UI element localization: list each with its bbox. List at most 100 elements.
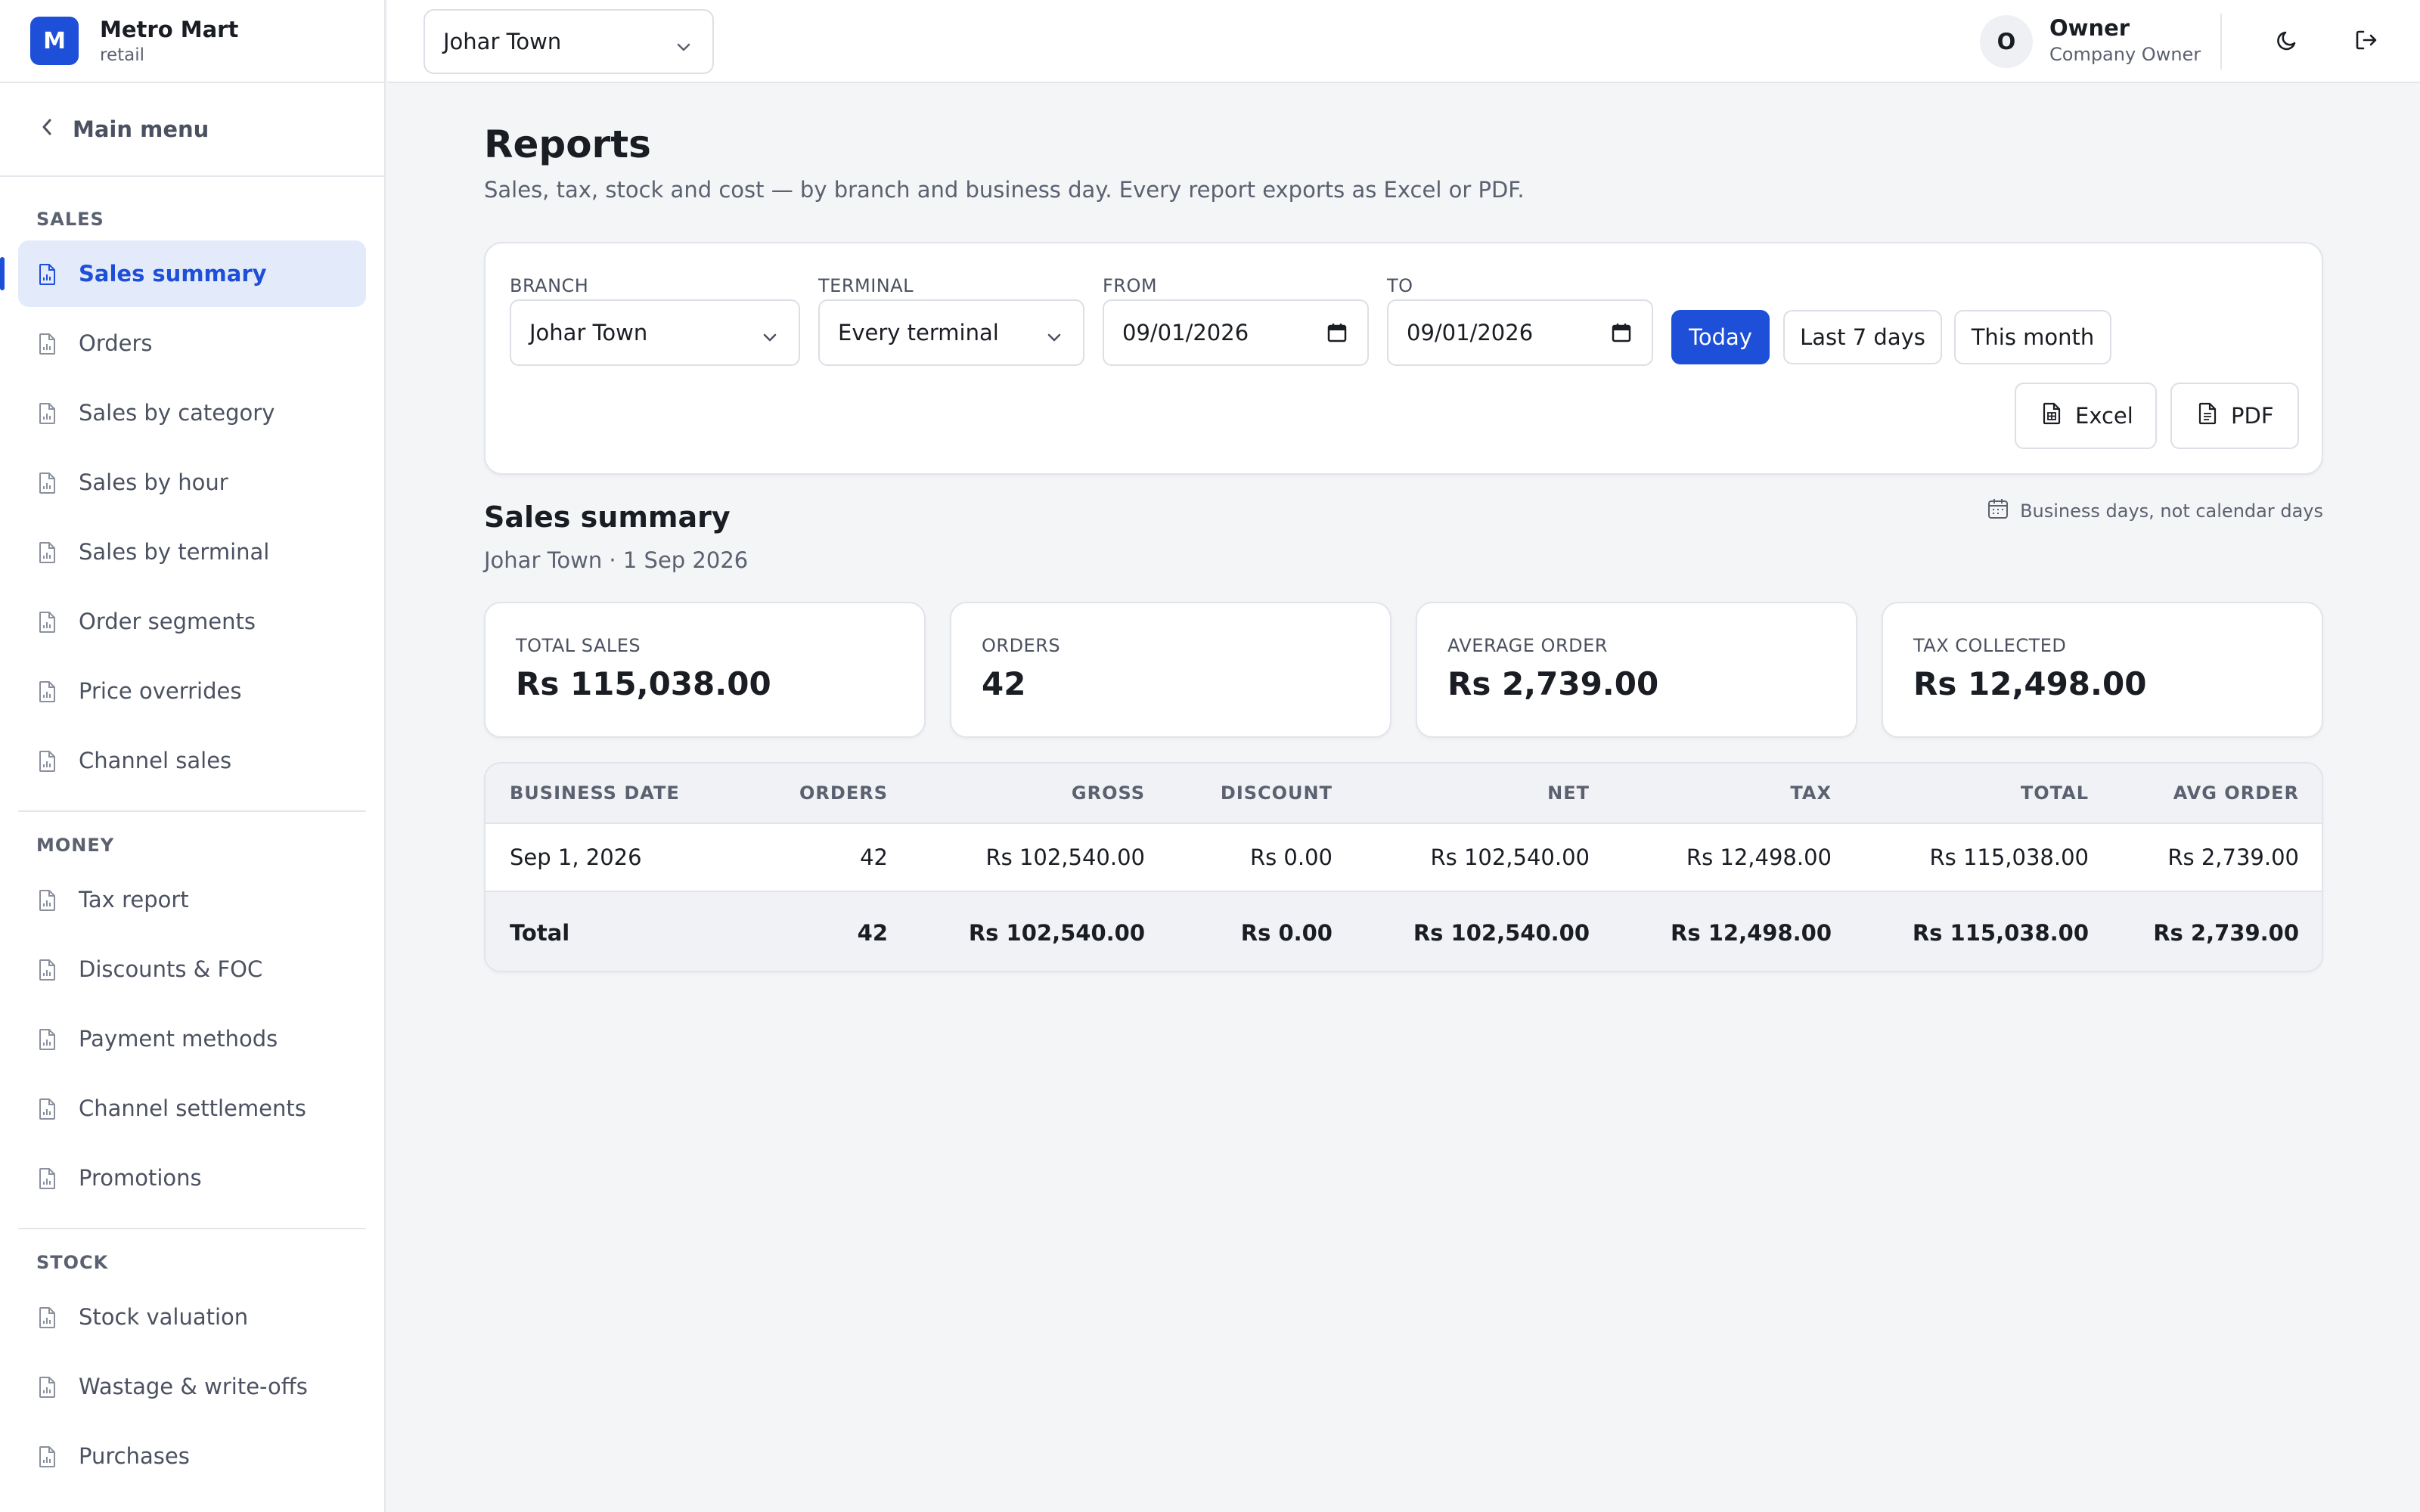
from-date-input[interactable]: 09/01/2026 xyxy=(1103,299,1369,366)
column-header-7: AVG ORDER xyxy=(2173,782,2299,804)
stat-value: Rs 115,038.00 xyxy=(516,665,771,702)
table-cell-0: Sep 1, 2026 xyxy=(510,844,642,870)
sidebar-item-label: Channel settlements xyxy=(79,1095,306,1121)
sidebar-item-label: Stock valuation xyxy=(79,1304,249,1330)
main-menu-back-button[interactable]: Main menu xyxy=(0,83,384,177)
sidebar-item-wastage-and-write-offs[interactable]: Wastage & write-offs xyxy=(18,1353,366,1420)
chevron-down-icon xyxy=(1045,325,1063,351)
sidebar-item-label: Order segments xyxy=(79,609,256,634)
sidebar-item-tax-report[interactable]: Tax report xyxy=(18,866,366,933)
to-date-input[interactable]: 09/01/2026 xyxy=(1387,299,1653,366)
table-header-row: BUSINESS DATE ORDERS GROSS DISCOUNT NET TAX TO… xyxy=(486,764,2322,824)
sidebar-item-sales-by-terminal[interactable]: Sales by terminal xyxy=(18,519,366,585)
avatar[interactable]: O xyxy=(1980,15,2033,68)
report-icon xyxy=(38,1098,57,1126)
brand-type: retail xyxy=(100,45,144,65)
chevron-down-icon xyxy=(761,325,779,351)
sidebar-item-stock-valuation[interactable]: Stock valuation xyxy=(18,1284,366,1350)
sidebar-item-promotions[interactable]: Promotions xyxy=(18,1145,366,1211)
table-cell-6: Rs 115,038.00 xyxy=(1929,844,2089,870)
sidebar-item-sales-summary[interactable]: Sales summary xyxy=(0,240,366,307)
sidebar-item-sales-by-hour[interactable]: Sales by hour xyxy=(18,449,366,516)
terminal-filter-select[interactable]: Every terminal xyxy=(818,299,1084,366)
business-days-note-text: Business days, not calendar days xyxy=(2020,500,2323,522)
report-icon xyxy=(38,472,57,500)
column-header-2: GROSS xyxy=(1071,782,1145,804)
to-date-value: 09/01/2026 xyxy=(1407,320,1534,345)
report-icon xyxy=(38,611,57,639)
export-pdf-button[interactable]: PDF xyxy=(2170,383,2299,449)
brand-name: Metro Mart xyxy=(100,17,239,42)
sidebar-item-orders[interactable]: Orders xyxy=(18,310,366,376)
column-header-5: TAX xyxy=(1790,782,1832,804)
column-header-4: NET xyxy=(1547,782,1590,804)
report-icon xyxy=(38,680,57,708)
sidebar-item-price-overrides[interactable]: Price overrides xyxy=(18,658,366,724)
export-excel-button[interactable]: Excel xyxy=(2015,383,2157,449)
range-today-button[interactable]: Today xyxy=(1671,310,1770,364)
table-total-row: Total 42 Rs 102,540.00 Rs 0.00 Rs 102,540.00… xyxy=(486,892,2322,971)
table-cell-7: Rs 2,739.00 xyxy=(2167,844,2299,870)
stat-card-total-sales: TOTAL SALES Rs 115,038.00 xyxy=(484,602,926,738)
total-cell-2: Rs 102,540.00 xyxy=(968,920,1145,946)
sidebar-item-purchases[interactable]: Purchases xyxy=(18,1423,366,1489)
sidebar-item-payment-methods[interactable]: Payment methods xyxy=(18,1005,366,1072)
total-cell-4: Rs 102,540.00 xyxy=(1413,920,1590,946)
total-cell-6: Rs 115,038.00 xyxy=(1912,920,2089,946)
total-cell-1: 42 xyxy=(857,920,888,946)
filter-panel: BRANCH Johar Town TERMINAL Every termina… xyxy=(484,242,2323,475)
sidebar-item-channel-sales[interactable]: Channel sales xyxy=(18,727,366,794)
sidebar-item-label: Orders xyxy=(79,330,153,356)
report-title: Sales summary xyxy=(484,500,731,534)
spreadsheet-icon xyxy=(2016,402,2075,430)
sidebar-item-label: Promotions xyxy=(79,1165,202,1191)
report-icon xyxy=(38,263,57,291)
stat-label: TOTAL SALES xyxy=(516,635,641,656)
branch-filter-value: Johar Town xyxy=(529,320,648,345)
branch-filter-select[interactable]: Johar Town xyxy=(510,299,800,366)
from-date-value: 09/01/2026 xyxy=(1122,320,1249,345)
table-cell-3: Rs 0.00 xyxy=(1249,844,1333,870)
theme-toggle-button[interactable] xyxy=(2272,26,2304,57)
report-icon xyxy=(38,959,57,987)
logout-icon xyxy=(2353,27,2379,56)
total-cell-5: Rs 12,498.00 xyxy=(1671,920,1832,946)
report-icon xyxy=(38,1028,57,1056)
stat-card-average-order: AVERAGE ORDER Rs 2,739.00 xyxy=(1416,602,1857,738)
stat-label: TAX COLLECTED xyxy=(1913,635,2067,656)
user-role: Company Owner xyxy=(2049,44,2201,65)
sidebar-item-channel-settlements[interactable]: Channel settlements xyxy=(18,1075,366,1142)
table-cell-4: Rs 102,540.00 xyxy=(1430,844,1590,870)
brand: M Metro Mart retail xyxy=(0,0,384,83)
logout-button[interactable] xyxy=(2350,26,2382,57)
sidebar-item-label: Sales by category xyxy=(79,400,275,426)
report-icon xyxy=(38,1376,57,1404)
calendar-icon[interactable] xyxy=(1611,322,1632,349)
calendar-icon[interactable] xyxy=(1326,322,1348,349)
table-cell-5: Rs 12,498.00 xyxy=(1686,844,1832,870)
branch-switcher-value: Johar Town xyxy=(443,29,562,54)
sidebar-item-order-segments[interactable]: Order segments xyxy=(18,588,366,655)
sidebar-section-title: MONEY xyxy=(36,835,115,856)
sidebar-item-label: Sales by terminal xyxy=(79,539,270,565)
stat-value: Rs 2,739.00 xyxy=(1447,665,1659,702)
sidebar-item-label: Channel sales xyxy=(79,748,232,773)
topbar: Johar Town O Owner Company Owner xyxy=(387,0,2420,83)
export-pdf-label: PDF xyxy=(2231,403,2274,429)
chevron-down-icon xyxy=(675,35,693,60)
sidebar-item-label: Purchases xyxy=(79,1443,190,1469)
range-this-month-button[interactable]: This month xyxy=(1954,310,2111,364)
total-cell-7: Rs 2,739.00 xyxy=(2153,920,2299,946)
sidebar-item-discounts-and-foc[interactable]: Discounts & FOC xyxy=(18,936,366,1002)
page-subtitle: Sales, tax, stock and cost — by branch a… xyxy=(484,177,1525,203)
range-last-7-days-button[interactable]: Last 7 days xyxy=(1783,310,1942,364)
sidebar-item-label: Sales summary xyxy=(79,261,267,287)
stat-card-orders: ORDERS 42 xyxy=(950,602,1392,738)
sidebar-item-label: Discounts & FOC xyxy=(79,956,263,982)
sidebar-section-title: SALES xyxy=(36,209,104,230)
business-days-note: Business days, not calendar days xyxy=(1987,497,2323,525)
sidebar-item-sales-by-category[interactable]: Sales by category xyxy=(18,380,366,446)
table-row: Sep 1, 2026 42 Rs 102,540.00 Rs 0.00 Rs 102,… xyxy=(486,824,2322,892)
branch-filter-label: BRANCH xyxy=(510,275,589,296)
branch-switcher[interactable]: Johar Town xyxy=(424,9,714,74)
